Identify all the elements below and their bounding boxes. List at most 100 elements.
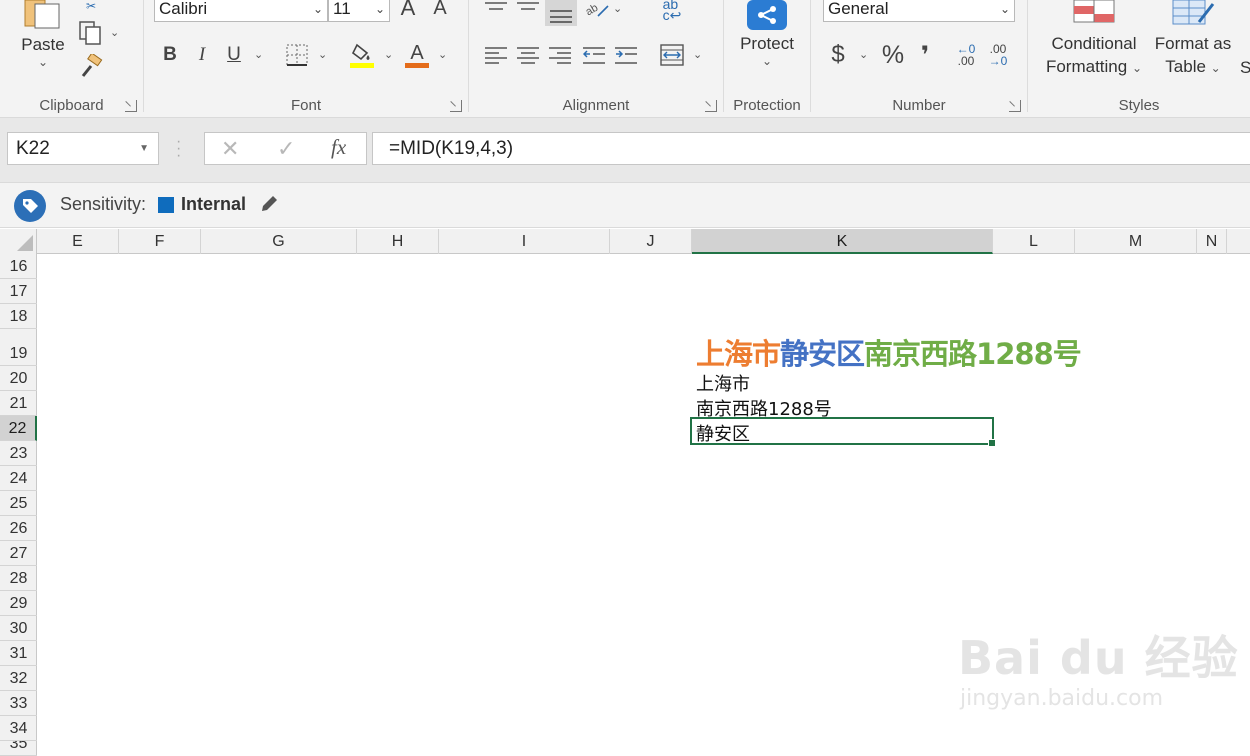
fill-color-dropdown-icon[interactable]: ⌄ (384, 48, 393, 61)
orientation-button[interactable]: ab (583, 0, 611, 20)
wrap-text-icon: ab c↩ (662, 0, 682, 23)
bottom-align-button[interactable] (545, 0, 577, 26)
column-header[interactable]: N (1197, 229, 1227, 254)
name-box[interactable]: K22 ▼ (7, 132, 159, 165)
row-header[interactable]: 31 (0, 641, 37, 666)
cell-styles-button[interactable]: S (1240, 58, 1250, 78)
number-launcher-icon[interactable] (1009, 100, 1021, 112)
active-cell-selection[interactable] (690, 417, 996, 447)
row-header[interactable]: 29 (0, 591, 37, 616)
bold-label: B (163, 44, 177, 65)
copy-dropdown-icon[interactable]: ⌄ (110, 26, 119, 39)
font-size-select[interactable]: 11 ⌄ (328, 0, 390, 22)
clipboard-launcher-icon[interactable] (125, 100, 137, 112)
format-as-table-button[interactable]: Format as Table ⌄ (1150, 0, 1236, 77)
row-header[interactable]: 28 (0, 566, 37, 591)
increase-decimal-button[interactable]: ←0 .00 (951, 40, 981, 70)
cell-k20[interactable]: 上海市 (696, 370, 750, 396)
row-header[interactable]: 24 (0, 466, 37, 491)
top-align-button[interactable] (483, 0, 509, 16)
row-header[interactable]: 20 (0, 366, 37, 391)
protect-button[interactable]: Protect ⌄ (734, 0, 800, 68)
column-header[interactable]: J (610, 229, 692, 254)
orientation-dropdown-icon[interactable]: ⌄ (613, 2, 622, 15)
column-header[interactable]: E (37, 229, 119, 254)
increase-indent-button[interactable] (613, 42, 639, 68)
bold-button[interactable]: B (158, 42, 182, 68)
row-header[interactable]: 25 (0, 491, 37, 516)
enter-icon[interactable]: ✓ (277, 136, 295, 162)
align-left-button[interactable] (483, 42, 509, 68)
decrease-decimal-button[interactable]: .00 →0 (983, 40, 1013, 70)
column-header[interactable]: F (119, 229, 201, 254)
column-header[interactable]: H (357, 229, 439, 254)
formula-input[interactable]: =MID(K19,4,3) (372, 132, 1250, 165)
comma-style-button[interactable]: ❜ (913, 40, 937, 70)
borders-dropdown-icon[interactable]: ⌄ (318, 48, 327, 61)
row-header[interactable]: 21 (0, 391, 37, 416)
cell-k19[interactable]: 上海市静安区南京西路1288号 (696, 331, 1082, 373)
top-align-icon (485, 2, 507, 10)
font-color-button[interactable]: A (404, 40, 430, 70)
column-header[interactable]: G (201, 229, 357, 254)
fill-color-button[interactable] (348, 40, 376, 70)
column-header[interactable]: L (993, 229, 1075, 254)
paste-button[interactable]: Paste ⌄ (18, 0, 68, 69)
borders-button[interactable] (284, 42, 310, 68)
cancel-icon[interactable]: ✕ (221, 136, 239, 162)
row-header[interactable]: 16 (0, 254, 37, 279)
number-format-select[interactable]: General ⌄ (823, 0, 1015, 22)
column-header-selected[interactable]: K (692, 229, 993, 254)
resize-handle-icon[interactable]: · · · (176, 134, 181, 164)
row-header[interactable]: 19 (0, 329, 37, 366)
font-launcher-icon[interactable] (450, 100, 462, 112)
currency-button[interactable]: $ (827, 40, 849, 70)
wrap-text-button[interactable]: ab c↩ (659, 0, 685, 23)
underline-dropdown-icon[interactable]: ⌄ (254, 48, 263, 61)
format-as-table-line1: Format as (1154, 34, 1232, 53)
row-header[interactable]: 30 (0, 616, 37, 641)
merge-dropdown-icon[interactable]: ⌄ (693, 48, 702, 61)
chevron-down-icon: ⌄ (1131, 61, 1143, 75)
protection-group: Protect ⌄ Protection (724, 0, 810, 118)
row-header[interactable]: 34 (0, 716, 37, 741)
select-all-button[interactable] (0, 229, 37, 254)
format-painter-button[interactable] (78, 52, 104, 80)
conditional-formatting-button[interactable]: Conditional Formatting ⌄ (1042, 0, 1146, 77)
decrease-indent-button[interactable] (581, 42, 607, 68)
row-header[interactable]: 26 (0, 516, 37, 541)
pencil-icon[interactable] (258, 193, 280, 220)
alignment-launcher-icon[interactable] (705, 100, 717, 112)
row-header-selected[interactable]: 22 (0, 416, 37, 441)
column-header[interactable]: I (439, 229, 610, 254)
merge-center-button[interactable] (659, 42, 685, 68)
underline-button[interactable]: U (222, 42, 246, 68)
font-size-value: 11 (333, 0, 351, 18)
currency-dropdown-icon[interactable]: ⌄ (859, 48, 868, 61)
copy-button[interactable] (77, 18, 105, 48)
protect-label: Protect (740, 34, 794, 53)
align-right-button[interactable] (547, 42, 573, 68)
grow-font-button[interactable]: A (396, 0, 420, 20)
worksheet-grid[interactable]: E F G H I J K L M N 16 17 18 19 20 21 22… (0, 229, 1250, 756)
row-header[interactable]: 17 (0, 279, 37, 304)
column-header[interactable]: M (1075, 229, 1197, 254)
row-header[interactable]: 32 (0, 666, 37, 691)
sensitivity-value[interactable]: Internal (181, 194, 246, 215)
align-center-button[interactable] (515, 42, 541, 68)
row-header[interactable]: 35 (0, 741, 37, 756)
shrink-font-button[interactable]: A (428, 0, 452, 20)
row-header[interactable]: 23 (0, 441, 37, 466)
svg-text:ab: ab (584, 2, 600, 19)
percent-button[interactable]: % (879, 40, 907, 70)
italic-button[interactable]: I (190, 42, 214, 68)
font-color-dropdown-icon[interactable]: ⌄ (438, 48, 447, 61)
row-header[interactable]: 33 (0, 691, 37, 716)
insert-function-icon[interactable]: fx (331, 135, 346, 160)
font-name-select[interactable]: Calibri ⌄ (154, 0, 328, 22)
middle-align-button[interactable] (515, 0, 541, 16)
row-header[interactable]: 18 (0, 304, 37, 329)
cut-button[interactable]: ✂ (80, 0, 102, 13)
sensitivity-color-swatch (158, 197, 174, 213)
row-header[interactable]: 27 (0, 541, 37, 566)
